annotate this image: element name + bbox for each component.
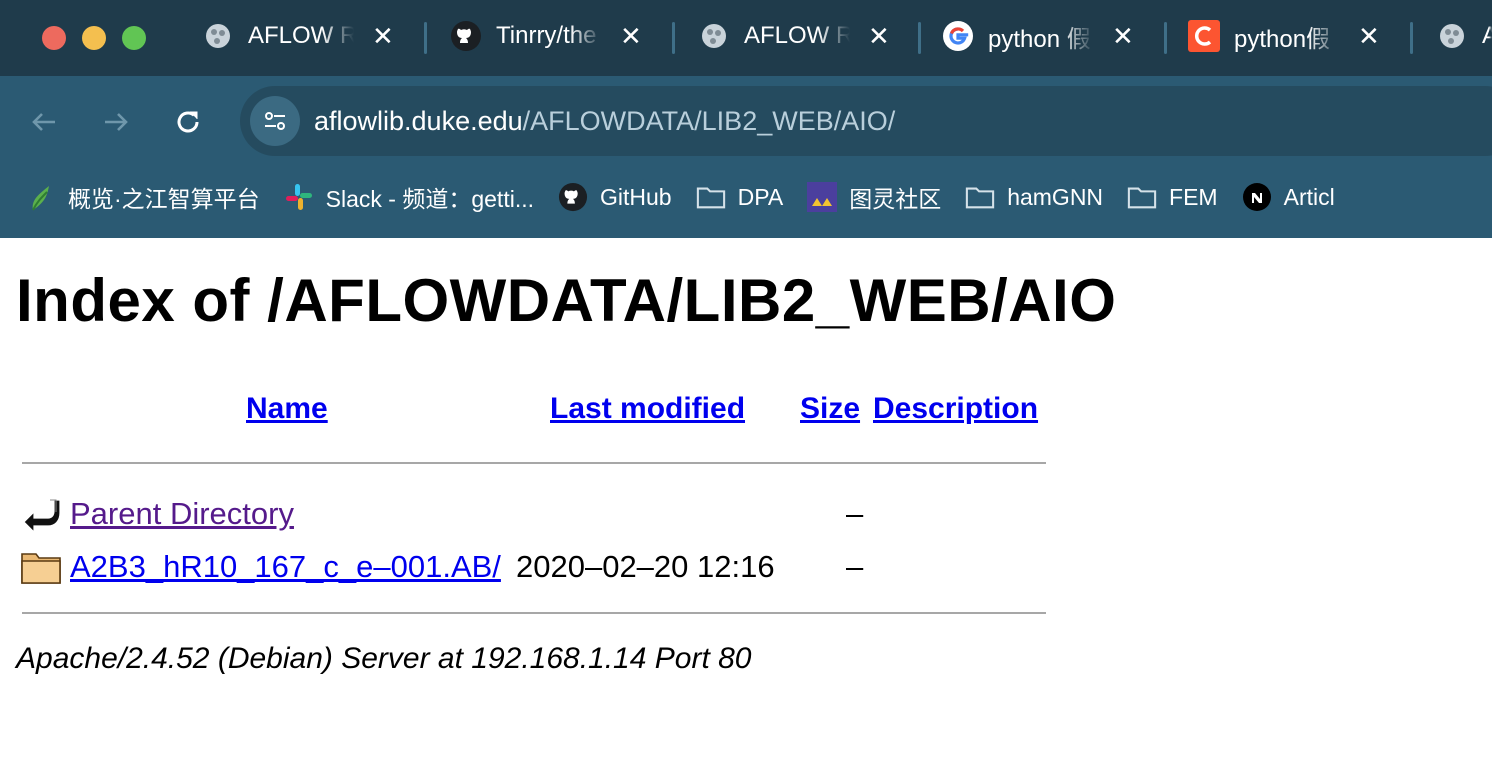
- bookmark-folder-dpa[interactable]: DPA: [696, 182, 784, 212]
- bookmark-label: Slack - 频道：getti...: [325, 186, 534, 212]
- minimize-window-button[interactable]: [82, 26, 106, 50]
- browser-toolbar: aflowlib.duke.edu/AFLOWDATA/LIB2_WEB/AIO…: [0, 76, 1492, 236]
- aflow-icon: [1436, 20, 1468, 52]
- tab-github[interactable]: Tinrry/the ✕: [422, 12, 668, 60]
- bookmark-github[interactable]: GitHub: [558, 182, 672, 212]
- tab-title: A: [1482, 22, 1492, 49]
- parent-directory-link[interactable]: Parent Directory: [70, 496, 294, 532]
- footer-divider: [22, 612, 1046, 614]
- column-header-name[interactable]: Name: [246, 392, 328, 426]
- tab-close-icon[interactable]: ✕: [372, 21, 394, 52]
- aflow-icon: [698, 20, 730, 52]
- column-header-last-modified[interactable]: Last modified: [550, 392, 745, 426]
- arrow-left-icon: [32, 113, 55, 131]
- back-arrow-icon: [20, 494, 62, 534]
- tab-aflow-3[interactable]: A: [1408, 12, 1492, 60]
- sort-by-modified-link[interactable]: Last modified: [550, 392, 745, 425]
- row-size: –: [846, 496, 864, 531]
- notion-icon: [1242, 182, 1272, 212]
- url-path: /AFLOWDATA/LIB2_WEB/AIO/: [522, 105, 896, 136]
- column-header-description[interactable]: Description: [873, 392, 1038, 426]
- page-title: Index of /AFLOWDATA/LIB2_WEB/AIO: [16, 267, 1117, 334]
- tab-title: Tinrry/the: [496, 22, 597, 49]
- tab-title: AFLOW R: [248, 22, 354, 49]
- github-icon: [558, 182, 588, 212]
- tab-aflow-2[interactable]: AFLOW R ✕: [670, 12, 916, 60]
- tab-title: AFLOW R: [744, 22, 850, 49]
- header-divider: [22, 462, 1046, 464]
- tab-title: python 假: [988, 25, 1091, 53]
- address-bar[interactable]: aflowlib.duke.edu/AFLOWDATA/LIB2_WEB/AIO…: [240, 86, 1492, 156]
- tab-google[interactable]: python 假 ✕: [914, 12, 1160, 60]
- slack-icon: [284, 182, 314, 212]
- google-icon: [942, 20, 974, 52]
- table-row: A2B3_hR10_167_c_e–001.AB/: [20, 547, 501, 587]
- bookmark-label: 概览·之江智算平台: [68, 186, 260, 212]
- row-last-modified: 2020–02–20 12:16: [516, 549, 775, 584]
- bookmark-label: 图灵社区: [849, 186, 942, 212]
- bookmark-label: FEM: [1169, 183, 1218, 210]
- url-host: aflowlib.duke.edu: [314, 105, 523, 136]
- bookmarks-bar: 概览·之江智算平台 Slack - 频道：getti... GitHub DPA…: [0, 168, 1492, 226]
- maximize-window-button[interactable]: [122, 26, 146, 50]
- bookmark-folder-fem[interactable]: FEM: [1127, 182, 1218, 212]
- github-icon: [450, 20, 482, 52]
- bookmark-label: DPA: [737, 183, 784, 210]
- column-header-size[interactable]: Size: [800, 392, 860, 426]
- tab-csdn[interactable]: python假 ✕: [1160, 12, 1406, 60]
- bookmark-label: hamGNN: [1007, 183, 1104, 210]
- csdn-icon: [1188, 20, 1220, 52]
- bookmark-label: GitHub: [600, 183, 672, 210]
- url-text[interactable]: aflowlib.duke.edu/AFLOWDATA/LIB2_WEB/AIO…: [314, 106, 895, 137]
- zhijiang-icon: [26, 182, 56, 212]
- bookmark-label: Articl: [1283, 183, 1335, 210]
- bookmark-folder-hamgnn[interactable]: hamGNN: [965, 182, 1103, 212]
- tab-close-icon[interactable]: ✕: [1112, 21, 1134, 52]
- bookmark-turing[interactable]: 图灵社区: [807, 180, 941, 214]
- folder-icon: [1127, 182, 1157, 212]
- tab-title: python假: [1234, 25, 1331, 53]
- bookmark-articles[interactable]: Articl: [1242, 182, 1335, 212]
- tab-close-icon[interactable]: ✕: [868, 21, 890, 52]
- sort-by-name-link[interactable]: Name: [246, 392, 328, 425]
- site-settings-icon[interactable]: [250, 96, 300, 146]
- forward-button[interactable]: [94, 100, 138, 144]
- tab-aflow-1[interactable]: AFLOW R ✕: [174, 12, 420, 60]
- row-size: –: [846, 549, 864, 584]
- tab-strip: AFLOW R ✕ Tinrry/the ✕ AFLOW R ✕ python …: [0, 0, 1492, 76]
- tab-close-icon[interactable]: ✕: [620, 21, 642, 52]
- aflow-icon: [202, 20, 234, 52]
- folder-icon: [965, 182, 995, 212]
- arrow-right-icon: [105, 113, 128, 131]
- bookmark-zhijiang[interactable]: 概览·之江智算平台: [26, 180, 260, 214]
- sort-by-description-link[interactable]: Description: [873, 392, 1038, 425]
- directory-entry-link[interactable]: A2B3_hR10_167_c_e–001.AB/: [70, 549, 501, 585]
- folder-icon: [696, 182, 726, 212]
- back-button[interactable]: [22, 100, 66, 144]
- table-row: Parent Directory: [20, 494, 294, 534]
- bookmark-slack[interactable]: Slack - 频道：getti...: [284, 180, 534, 214]
- sort-by-size-link[interactable]: Size: [800, 392, 860, 425]
- close-window-button[interactable]: [42, 26, 66, 50]
- page-content: Index of /AFLOWDATA/LIB2_WEB/AIO Name La…: [0, 238, 1492, 758]
- turing-icon: [807, 182, 838, 212]
- folder-icon: [20, 547, 62, 587]
- server-signature: Apache/2.4.52 (Debian) Server at 192.168…: [16, 642, 752, 675]
- reload-button[interactable]: [166, 100, 210, 144]
- tab-close-icon[interactable]: ✕: [1358, 21, 1380, 52]
- reload-icon: [177, 111, 199, 133]
